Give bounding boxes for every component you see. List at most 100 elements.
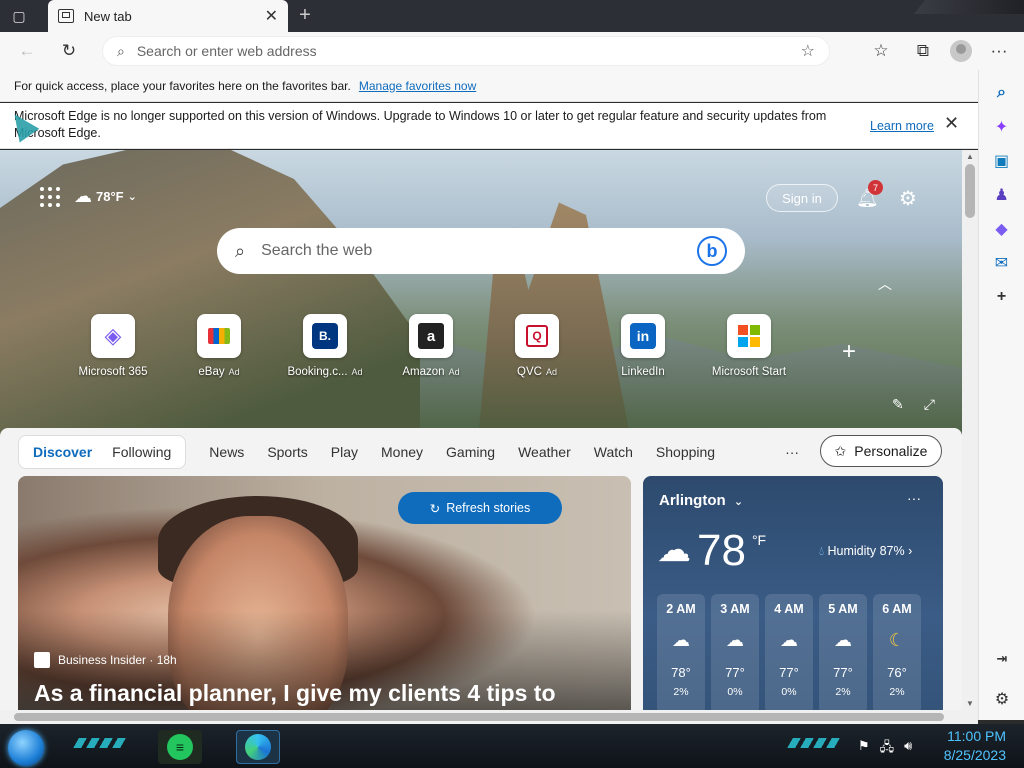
tab-discover[interactable]: Discover bbox=[23, 444, 102, 460]
quicklink-qvc[interactable]: Q QVC Ad bbox=[484, 314, 590, 378]
expand-icon[interactable]: ⤢ bbox=[924, 396, 935, 413]
story-headline[interactable]: As a financial planner, I give my client… bbox=[34, 680, 556, 707]
hourly-item[interactable]: 3 AM ☁ 77° 0% bbox=[711, 594, 759, 710]
outlook-icon[interactable]: ✉ bbox=[991, 252, 1013, 274]
horizontal-scroll-thumb[interactable] bbox=[14, 713, 944, 721]
hide-sidebar-icon[interactable]: ⇥ bbox=[991, 648, 1013, 670]
add-sidebar-app-icon[interactable]: + bbox=[991, 286, 1013, 308]
new-tab-button[interactable]: + bbox=[294, 4, 316, 26]
games-icon[interactable]: ♟ bbox=[991, 184, 1013, 206]
infobar-close-icon[interactable]: ✕ bbox=[944, 114, 959, 132]
weather-mini[interactable]: ☁ 78°F ⌄ bbox=[74, 186, 137, 207]
quicklink-linkedin[interactable]: in LinkedIn bbox=[590, 314, 696, 378]
page-settings-gear-icon[interactable]: ⚙ bbox=[899, 186, 917, 211]
weather-mini-temp: 78°F bbox=[96, 189, 124, 204]
story-source: Business Insider · 18h bbox=[34, 652, 177, 668]
manage-favorites-link[interactable]: Manage favorites now bbox=[359, 79, 476, 93]
quicklink-ebay[interactable]: eBay Ad bbox=[166, 314, 272, 378]
weather-location[interactable]: Arlington ⌄ bbox=[659, 492, 743, 509]
web-search-input[interactable]: Search the web bbox=[261, 242, 697, 260]
humidity-text: Humidity 87% bbox=[827, 544, 905, 558]
notifications-bell-icon[interactable]: 🔔︎ 7 bbox=[856, 180, 883, 209]
tab-shopping[interactable]: Shopping bbox=[656, 444, 715, 460]
hourly-item[interactable]: 6 AM ☾ 76° 2% bbox=[873, 594, 921, 710]
weather-humidity[interactable]: 💧︎ Humidity 87% › bbox=[819, 544, 912, 559]
tab-new-tab[interactable]: New tab ✕ bbox=[48, 0, 288, 32]
tab-gaming[interactable]: Gaming bbox=[446, 444, 495, 460]
quicklink-label: Microsoft 365 bbox=[78, 366, 148, 378]
quicklink-microsoft365[interactable]: ◈ Microsoft 365 bbox=[60, 314, 166, 378]
weather-more-icon[interactable]: ··· bbox=[907, 490, 921, 506]
hourly-item[interactable]: 2 AM ☁ 78° 2% bbox=[657, 594, 705, 710]
taskbar-edge-app[interactable] bbox=[236, 730, 280, 764]
refresh-button[interactable]: ↻ bbox=[54, 36, 84, 66]
quicklink-amazon[interactable]: a Amazon Ad bbox=[378, 314, 484, 378]
learn-more-link[interactable]: Learn more bbox=[870, 118, 934, 135]
copilot-icon[interactable]: ✦ bbox=[991, 116, 1013, 138]
tab-following[interactable]: Following bbox=[102, 444, 181, 460]
address-input[interactable]: Search or enter web address bbox=[137, 43, 801, 59]
tab-play[interactable]: Play bbox=[331, 444, 358, 460]
tab-money[interactable]: Money bbox=[381, 444, 423, 460]
taskbar-decoration bbox=[73, 738, 129, 748]
web-search-box[interactable]: ⌕ Search the web b bbox=[217, 228, 745, 274]
collections-icon[interactable]: ⧉ bbox=[908, 36, 938, 66]
scroll-up-icon[interactable]: ▲ bbox=[966, 152, 974, 161]
quicklink-microsoft-start[interactable]: Microsoft Start bbox=[696, 314, 802, 378]
taskbar-notes-app[interactable]: ≡ bbox=[158, 730, 202, 764]
chevron-up-icon[interactable]: ︿ bbox=[878, 274, 892, 294]
settings-more-icon[interactable]: ··· bbox=[984, 36, 1014, 66]
tab-watch[interactable]: Watch bbox=[594, 444, 633, 460]
sign-in-button[interactable]: Sign in bbox=[766, 184, 838, 212]
more-tabs-button[interactable]: ··· bbox=[785, 444, 799, 460]
tab-actions-icon[interactable]: ▢ bbox=[10, 7, 28, 25]
customize-background-icon[interactable]: ✎ bbox=[892, 396, 904, 413]
partly-cloudy-night-icon: ☁ bbox=[834, 630, 852, 650]
taskbar: ≡ ⚑ 🖧︎ 🔊︎ 11:00 PM 8/25/2023 bbox=[0, 724, 1024, 768]
clock-time: 11:00 PM bbox=[947, 728, 1006, 744]
close-tab-icon[interactable]: ✕ bbox=[265, 6, 278, 26]
add-favorite-icon[interactable]: ☆ bbox=[801, 41, 815, 61]
search-icon[interactable]: ⌕ bbox=[991, 82, 1013, 104]
horizontal-scrollbar[interactable] bbox=[0, 710, 978, 724]
scroll-down-icon[interactable]: ▼ bbox=[966, 699, 974, 708]
tab-news[interactable]: News bbox=[209, 444, 244, 460]
add-quicklink-icon[interactable]: + bbox=[842, 338, 856, 366]
start-button[interactable] bbox=[8, 730, 44, 766]
hourly-item[interactable]: 5 AM ☁ 77° 2% bbox=[819, 594, 867, 710]
edge-browser-icon bbox=[245, 734, 271, 760]
volume-icon[interactable]: 🔊︎ bbox=[904, 738, 912, 760]
hour-temp: 78° bbox=[671, 665, 691, 680]
favorites-icon[interactable]: ☆ bbox=[866, 36, 896, 66]
address-bar[interactable]: ⌕ Search or enter web address ☆ bbox=[102, 36, 830, 66]
sidebar-settings-icon[interactable]: ⚙ bbox=[991, 688, 1013, 710]
hour-precip: 0% bbox=[727, 686, 743, 698]
ad-label: Ad bbox=[448, 367, 460, 377]
toolbar: ← ↻ ⌕ Search or enter web address ☆ ☆ ⧉ … bbox=[0, 32, 1024, 70]
action-center-flag-icon[interactable]: ⚑ bbox=[858, 738, 870, 760]
personalize-button[interactable]: ✩ Personalize bbox=[820, 435, 942, 467]
profile-avatar[interactable] bbox=[950, 40, 972, 62]
app-launcher-icon[interactable] bbox=[40, 186, 60, 207]
partly-cloudy-night-icon: ☁ bbox=[726, 630, 744, 650]
microsoft365-icon[interactable]: ◆ bbox=[991, 218, 1013, 240]
crescent-moon-icon: ☾ bbox=[888, 630, 906, 650]
story-source-text: Business Insider · 18h bbox=[58, 653, 177, 667]
weather-unit: °F bbox=[751, 532, 767, 548]
tab-sports[interactable]: Sports bbox=[267, 444, 307, 460]
hourly-item[interactable]: 4 AM ☁ 77° 0% bbox=[765, 594, 813, 710]
vertical-scroll-thumb[interactable] bbox=[965, 164, 975, 218]
shopping-icon[interactable]: ▣ bbox=[991, 150, 1013, 172]
back-button[interactable]: ← bbox=[12, 36, 42, 66]
top-story-card[interactable]: ↻ Refresh stories Business Insider · 18h… bbox=[18, 476, 631, 710]
quicklink-booking[interactable]: B. Booking.c... Ad bbox=[272, 314, 378, 378]
taskbar-clock[interactable]: 11:00 PM 8/25/2023 bbox=[944, 727, 1006, 765]
tab-weather[interactable]: Weather bbox=[518, 444, 571, 460]
hour-precip: 0% bbox=[781, 686, 797, 698]
weather-card[interactable]: Arlington ⌄ ··· ☁ 78 °F 💧︎ Humidity 87% … bbox=[643, 476, 943, 710]
bing-icon[interactable]: b bbox=[697, 236, 727, 266]
refresh-stories-button[interactable]: ↻ Refresh stories bbox=[398, 492, 562, 524]
vertical-scrollbar[interactable]: ▲ ▼ bbox=[962, 150, 978, 710]
hour-temp: 77° bbox=[725, 665, 745, 680]
network-icon[interactable]: 🖧︎ bbox=[880, 738, 895, 760]
